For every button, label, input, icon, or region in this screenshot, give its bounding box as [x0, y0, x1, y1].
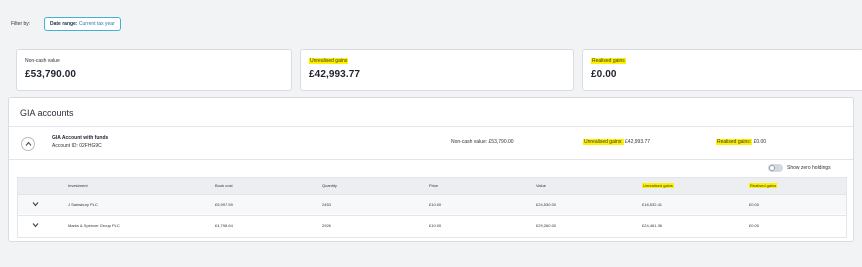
- column-header-value: Value: [536, 183, 546, 188]
- unrealised-label: Unrealised gains:: [583, 139, 624, 145]
- cell-value: £24,530.00: [536, 202, 557, 207]
- realised-label: Realised gains:: [716, 139, 753, 145]
- non-cash-amount: £53,790.00: [488, 139, 514, 145]
- column-header-investment: Investment: [68, 183, 88, 188]
- non-cash-label: Non-cash value:: [451, 139, 488, 145]
- filter-chip-value: Current tax year: [78, 21, 115, 27]
- cell-book-cost: £5,997.59: [215, 202, 233, 207]
- realised-amount: £0.00: [753, 139, 767, 145]
- card-value: £0.00: [591, 69, 617, 80]
- card-label: Non-cash value: [25, 58, 60, 64]
- column-header-quantity: Quantity: [322, 183, 337, 188]
- card-label: Unrealised gains: [309, 58, 349, 64]
- cell-price: £10.00: [429, 202, 442, 207]
- non-cash-value-card: Non-cash value £53,790.00: [16, 49, 292, 91]
- table-row[interactable]: Marks & Spencer Group PLC £4,798.64 2926…: [18, 215, 846, 235]
- show-zero-holdings-label: Show zero holdings: [787, 165, 831, 171]
- cell-unrealised-gains: £18,532.41: [642, 202, 663, 207]
- unrealised-amount: £42,993.77: [625, 139, 651, 145]
- account-id: Account ID: 02FHG9C: [52, 143, 102, 149]
- table-header: Investment Book cost Quantity Price Valu…: [18, 178, 846, 194]
- card-value: £53,790.00: [25, 69, 77, 80]
- section-title: GIA accounts: [20, 108, 74, 118]
- cell-investment: Marks & Spencer Group PLC: [68, 223, 120, 228]
- chevron-up-icon: [25, 141, 32, 146]
- cell-investment: J Sainsbury PLC: [68, 202, 98, 207]
- card-value: £42,993.77: [309, 69, 361, 80]
- collapse-account-button[interactable]: [21, 137, 35, 151]
- holdings-table: Investment Book cost Quantity Price Valu…: [17, 177, 847, 238]
- cell-quantity: 2926: [322, 223, 331, 228]
- toggle-knob: [769, 165, 775, 171]
- divider: [9, 126, 853, 127]
- account-non-cash-value: Non-cash value: £53,790.00: [451, 139, 514, 145]
- column-header-price: Price: [429, 183, 439, 188]
- cell-unrealised-gains: £24,461.36: [642, 223, 663, 228]
- chevron-down-icon[interactable]: [32, 222, 39, 228]
- filter-chip-key: Date range:: [50, 21, 78, 27]
- date-range-filter-chip[interactable]: Date range: Current tax year: [44, 17, 121, 31]
- gia-accounts-panel: GIA accounts GIA Account with funds Acco…: [8, 97, 854, 242]
- column-header-unrealised-gains: Unrealised gains: [642, 183, 674, 188]
- show-zero-holdings-toggle[interactable]: [768, 164, 783, 172]
- account-realised-gains: Realised gains: £0.00: [716, 139, 766, 145]
- cell-realised-gains: £0.00: [749, 202, 760, 207]
- unrealised-gains-card: Unrealised gains £42,993.77: [300, 49, 574, 91]
- filter-label: Filter by:: [11, 21, 31, 27]
- cell-quantity: 2453: [322, 202, 331, 207]
- cell-book-cost: £4,798.64: [215, 223, 233, 228]
- column-header-book-cost: Book cost: [215, 183, 233, 188]
- chevron-down-icon[interactable]: [32, 201, 39, 207]
- account-name: GIA Account with funds: [52, 135, 109, 141]
- cell-realised-gains: £0.00: [749, 223, 760, 228]
- cell-price: £10.00: [429, 223, 442, 228]
- realised-gains-card: Realised gains £0.00: [582, 49, 862, 91]
- card-label: Realised gains: [591, 58, 626, 64]
- account-unrealised-gains: Unrealised gains: £42,993.77: [583, 139, 650, 145]
- cell-value: £29,260.00: [536, 223, 557, 228]
- table-row[interactable]: J Sainsbury PLC £5,997.59 2453 £10.00 £2…: [18, 194, 846, 214]
- divider: [9, 159, 853, 160]
- column-header-realised-gains: Realised gains: [749, 183, 778, 188]
- filter-bar: Filter by: Date range: Current tax year: [0, 0, 862, 40]
